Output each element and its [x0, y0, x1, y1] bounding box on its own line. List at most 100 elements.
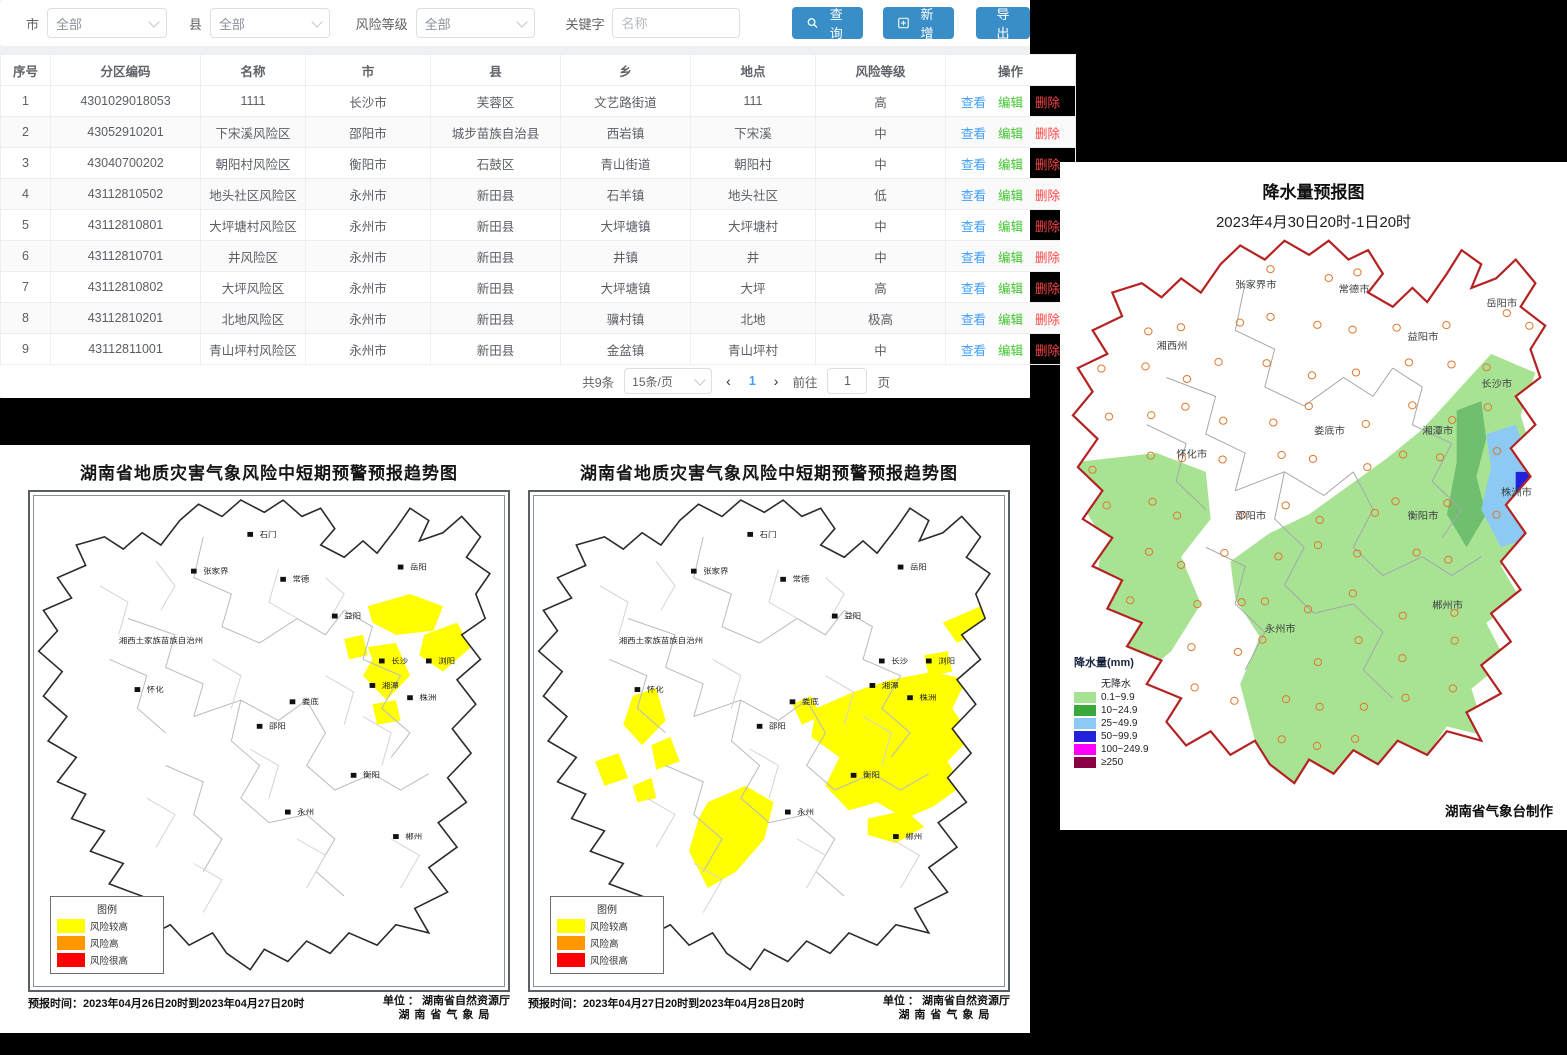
- legend-label: 风险高: [590, 936, 619, 950]
- chevron-down-icon: [695, 374, 706, 385]
- map-city-label: 株洲市: [1501, 486, 1532, 499]
- rain-map-title: 降水量预报图: [1060, 178, 1567, 203]
- map-city-label: 浏阳: [938, 656, 955, 665]
- action-delete-link[interactable]: 删除: [1035, 127, 1060, 141]
- table-header-cell: 乡: [561, 55, 691, 86]
- table-row: 743112810802大坪风险区永州市新田县大坪塘镇大坪高查看编辑删除: [1, 272, 1076, 303]
- table-cell: 1111: [201, 86, 306, 117]
- map-city-label: 娄底: [302, 697, 319, 706]
- county-select[interactable]: 全部: [210, 8, 330, 38]
- table-cell: 43112810502: [51, 179, 201, 210]
- legend-item: ≥250: [1074, 757, 1204, 768]
- table-cell: 43112811001: [51, 334, 201, 365]
- table-cell: 下宋溪风险区: [201, 117, 306, 148]
- action-delete-link[interactable]: 删除: [1035, 251, 1060, 265]
- action-view-link[interactable]: 查看: [961, 158, 986, 172]
- keyword-input[interactable]: [612, 8, 740, 38]
- action-edit-link[interactable]: 编辑: [998, 251, 1023, 265]
- action-delete-link[interactable]: 删除: [1035, 158, 1060, 172]
- prev-page-button[interactable]: ‹: [722, 373, 735, 389]
- table-actions-cell: 查看编辑删除: [946, 210, 1076, 241]
- action-delete-link[interactable]: 删除: [1035, 220, 1060, 234]
- add-button[interactable]: 新增: [883, 7, 954, 39]
- legend-label: 25~49.9: [1101, 718, 1137, 729]
- table-cell: 朝阳村风险区: [201, 148, 306, 179]
- table-cell: 6: [1, 241, 51, 272]
- table-cell: 新田县: [431, 303, 561, 334]
- legend-swatch: [557, 953, 585, 967]
- action-edit-link[interactable]: 编辑: [998, 96, 1023, 110]
- goto-page-input[interactable]: [827, 368, 867, 394]
- table-cell: 新田县: [431, 179, 561, 210]
- page-size-select[interactable]: 15条/页: [624, 368, 712, 394]
- table-cell: 极高: [816, 303, 946, 334]
- search-button[interactable]: 查询: [792, 7, 863, 39]
- map-city-label: 长沙: [391, 656, 408, 665]
- legend-swatch: [1074, 705, 1096, 716]
- map-footer-1: 预报时间：2023年04月26日20时到2023年04月27日20时 单位 ： …: [28, 995, 510, 1023]
- action-view-link[interactable]: 查看: [961, 127, 986, 141]
- table-cell: 大坪: [691, 272, 816, 303]
- action-view-link[interactable]: 查看: [961, 282, 986, 296]
- map-city-label: 常德: [793, 574, 810, 583]
- city-select[interactable]: 全部: [47, 8, 167, 38]
- forecast-time-text: 预报时间：2023年04月26日20时到2023年04月27日20时: [28, 995, 304, 1023]
- table-cell: 井风险区: [201, 241, 306, 272]
- action-edit-link[interactable]: 编辑: [998, 313, 1023, 327]
- risk-zone-admin-panel: 市 全部 县 全部 风险等级 全部 关键字 查询: [0, 0, 1030, 398]
- table-cell: 43112810801: [51, 210, 201, 241]
- legend-label: 风险很高: [90, 953, 128, 967]
- action-delete-link[interactable]: 删除: [1035, 96, 1060, 110]
- table-cell: 骥村镇: [561, 303, 691, 334]
- action-edit-link[interactable]: 编辑: [998, 344, 1023, 358]
- action-view-link[interactable]: 查看: [961, 344, 986, 358]
- unit-line-2: 湖南省气象局: [883, 1009, 1010, 1023]
- action-view-link[interactable]: 查看: [961, 189, 986, 203]
- action-view-link[interactable]: 查看: [961, 313, 986, 327]
- risk-level-select[interactable]: 全部: [416, 8, 536, 38]
- map-city-label: 湘潭: [382, 680, 399, 689]
- action-edit-link[interactable]: 编辑: [998, 220, 1023, 234]
- legend-label: 无降水: [1101, 675, 1131, 690]
- action-edit-link[interactable]: 编辑: [998, 127, 1023, 141]
- table-cell: 文艺路街道: [561, 86, 691, 117]
- action-edit-link[interactable]: 编辑: [998, 282, 1023, 296]
- export-button-label: 导出: [991, 4, 1015, 42]
- map-city-label: 邵阳市: [1235, 509, 1266, 522]
- action-delete-link[interactable]: 删除: [1035, 282, 1060, 296]
- table-header-cell: 县: [431, 55, 561, 86]
- table-row: 443112810502地头社区风险区永州市新田县石羊镇地头社区低查看编辑删除: [1, 179, 1076, 210]
- table-cell: 中: [816, 334, 946, 365]
- table-header-row: 序号分区编码名称市县乡地点风险等级操作: [1, 55, 1076, 86]
- chevron-down-icon: [148, 16, 159, 27]
- legend-swatch: [57, 953, 85, 967]
- export-button[interactable]: 导出: [976, 7, 1030, 39]
- keyword-filter-label: 关键字: [565, 14, 604, 33]
- next-page-button[interactable]: ›: [770, 373, 783, 389]
- pagination-total: 共9条: [582, 372, 614, 391]
- issuing-unit-text: 单位 ： 湖南省自然资源厅 湖南省气象局: [883, 995, 1010, 1023]
- action-edit-link[interactable]: 编辑: [998, 158, 1023, 172]
- action-edit-link[interactable]: 编辑: [998, 189, 1023, 203]
- add-button-label: 新增: [915, 4, 939, 42]
- table-cell: 高: [816, 86, 946, 117]
- action-delete-link[interactable]: 删除: [1035, 313, 1060, 327]
- legend-swatch: [1074, 757, 1096, 768]
- action-delete-link[interactable]: 删除: [1035, 344, 1060, 358]
- page-number-current[interactable]: 1: [745, 374, 760, 388]
- table-cell: 永州市: [306, 210, 431, 241]
- table-cell: 青山坪村: [691, 334, 816, 365]
- goto-unit-label: 页: [877, 372, 890, 391]
- map-legend-2: 图例 风险较高风险高风险很高: [550, 896, 664, 974]
- table-row: 543112810801大坪塘村风险区永州市新田县大坪塘镇大坪塘村中查看编辑删除: [1, 210, 1076, 241]
- table-cell: 地头社区风险区: [201, 179, 306, 210]
- trend-map-title-2: 湖南省地质灾害气象风险中短期预警预报趋势图: [528, 459, 1010, 484]
- table-header-cell: 操作: [946, 55, 1076, 86]
- action-view-link[interactable]: 查看: [961, 251, 986, 265]
- action-delete-link[interactable]: 删除: [1035, 189, 1060, 203]
- action-view-link[interactable]: 查看: [961, 96, 986, 110]
- map-legend-1: 图例 风险较高风险高风险很高: [50, 896, 164, 974]
- action-view-link[interactable]: 查看: [961, 220, 986, 234]
- map-frame: 石门张家界常德岳阳益阳长沙浏阳湘西土家族苗族自治州湘潭株洲娄底怀化邵阳衡阳永州郴…: [528, 490, 1010, 992]
- rain-legend: 降水量(mm) 无降水0.1~9.910~24.925~49.950~99.91…: [1074, 654, 1204, 768]
